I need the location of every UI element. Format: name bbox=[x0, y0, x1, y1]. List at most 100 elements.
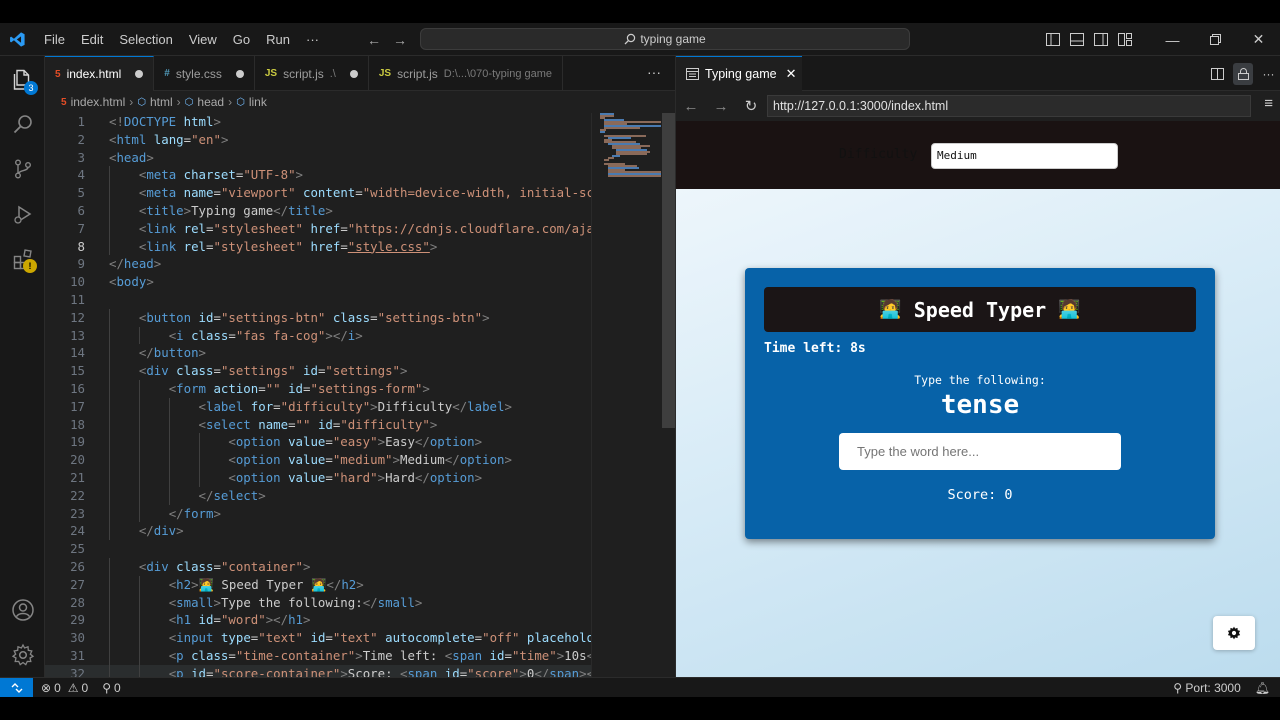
browser-tab[interactable]: Typing game ✕ bbox=[676, 56, 802, 91]
code-line[interactable]: 4 <meta charset="UTF-8"> bbox=[45, 166, 591, 185]
extensions-icon[interactable]: ! bbox=[0, 236, 45, 281]
menu-item[interactable]: Go bbox=[225, 23, 258, 56]
menu-item[interactable]: Edit bbox=[73, 23, 111, 56]
forward-arrow-icon[interactable]: → bbox=[393, 32, 407, 48]
unsaved-dot-icon[interactable] bbox=[235, 69, 244, 78]
code-editor[interactable]: 1 <!DOCTYPE html> 2 <html lang="en"> 3 <head>… bbox=[45, 113, 591, 677]
close-window-icon[interactable]: ✕ bbox=[1237, 23, 1280, 56]
toggle-secondary-sidebar-icon[interactable] bbox=[1089, 23, 1113, 56]
preview-icon bbox=[686, 68, 699, 80]
code-line[interactable]: 22 </select> bbox=[45, 486, 591, 505]
ports-indicator[interactable]: ⚲ 0 bbox=[102, 681, 120, 695]
code-line[interactable]: 18 <select name="" id="difficulty"> bbox=[45, 415, 591, 434]
settings-button[interactable] bbox=[1213, 616, 1255, 650]
unsaved-dot-icon[interactable] bbox=[135, 70, 144, 78]
code-line[interactable]: 5 <meta name="viewport" content="width=d… bbox=[45, 184, 591, 202]
code-line[interactable]: 16 <form action="" id="settings-form"> bbox=[45, 379, 591, 398]
tab-label: script.js bbox=[397, 66, 438, 81]
more-actions-icon[interactable]: ··· bbox=[1256, 56, 1280, 91]
split-editor-icon[interactable] bbox=[1205, 56, 1230, 91]
code-line[interactable]: 19 <option value="easy">Easy</option> bbox=[45, 433, 591, 452]
editor-tab[interactable]: JS script.js D:\...\070-typing game bbox=[369, 56, 564, 91]
code-line[interactable]: 10 <body> bbox=[45, 273, 591, 291]
browser-back-icon[interactable]: ← bbox=[676, 98, 706, 115]
editor-scrollbar[interactable] bbox=[662, 113, 675, 428]
minimap-line bbox=[604, 127, 640, 129]
manage-gear-icon[interactable] bbox=[0, 632, 45, 677]
code-line[interactable]: 27 <h2>🧑‍💻 Speed Typer 🧑‍💻</h2> bbox=[45, 575, 591, 594]
problems-indicator[interactable]: ⊗ 0 ⚠ 0 bbox=[41, 681, 88, 695]
warning-icon: ⚠ bbox=[67, 680, 79, 695]
minimize-icon[interactable]: — bbox=[1151, 23, 1194, 56]
code-line[interactable]: 23 </form> bbox=[45, 504, 591, 523]
editor-tab[interactable]: JS script.js .\ bbox=[255, 56, 369, 91]
browser-forward-icon[interactable]: → bbox=[706, 98, 736, 115]
breadcrumb-item[interactable]: html bbox=[150, 95, 173, 109]
line-text: <small>Type the following:</small> bbox=[168, 594, 423, 610]
code-line[interactable]: 6 <title>Typing game</title> bbox=[45, 201, 591, 220]
code-line[interactable]: 9 </head> bbox=[45, 255, 591, 273]
code-line[interactable]: 20 <option value="medium">Medium</option… bbox=[45, 451, 591, 469]
settings-panel: Difficulty Medium bbox=[676, 121, 1280, 189]
url-input[interactable]: http://127.0.0.1:3000/index.html bbox=[767, 95, 1251, 117]
code-line[interactable]: 21 <option value="hard">Hard</option> bbox=[45, 468, 591, 487]
code-line[interactable]: 30 <input type="text" id="text" autocomp… bbox=[45, 629, 591, 647]
lock-icon[interactable] bbox=[1233, 62, 1253, 85]
code-line[interactable]: 7 <link rel="stylesheet" href="https://c… bbox=[45, 219, 591, 238]
breadcrumb-item[interactable]: index.html bbox=[71, 95, 126, 109]
code-line[interactable]: 29 <h1 id="word"></h1> bbox=[45, 611, 591, 630]
port-forward-indicator[interactable]: ⚲ Port: 3000 bbox=[1173, 681, 1241, 695]
line-text: <option value="easy">Easy</option> bbox=[228, 434, 483, 450]
word-input[interactable]: Type the word here... bbox=[839, 433, 1121, 470]
menu-item[interactable]: File bbox=[36, 23, 73, 56]
code-line[interactable]: 15 <div class="settings" id="settings"> bbox=[45, 362, 591, 380]
minimap-line bbox=[600, 131, 606, 133]
code-line[interactable]: 25 bbox=[45, 540, 591, 558]
editor-tab[interactable]: 5 index.html bbox=[45, 56, 155, 91]
toggle-primary-sidebar-icon[interactable] bbox=[1041, 23, 1065, 56]
code-line[interactable]: 24 </div> bbox=[45, 522, 591, 541]
code-line[interactable]: 31 <p class="time-container">Time left: … bbox=[45, 646, 591, 665]
breadcrumb-item[interactable]: head bbox=[197, 95, 224, 109]
code-line[interactable]: 8 <link rel="stylesheet" href="style.css… bbox=[45, 237, 591, 256]
customize-layout-icon[interactable] bbox=[1113, 23, 1137, 56]
code-line[interactable]: 3 <head> bbox=[45, 149, 591, 167]
source-control-icon[interactable] bbox=[0, 146, 45, 191]
code-line[interactable]: 28 <small>Type the following:</small> bbox=[45, 593, 591, 612]
run-debug-icon[interactable] bbox=[0, 191, 45, 236]
difficulty-select[interactable]: Medium bbox=[931, 143, 1118, 169]
code-line[interactable]: 17 <label for="difficulty">Difficulty</l… bbox=[45, 397, 591, 416]
code-line[interactable]: 2 <html lang="en"> bbox=[45, 131, 591, 149]
command-center[interactable]: typing game bbox=[420, 28, 910, 50]
code-line[interactable]: 32 <p id="score-container">Score: <span … bbox=[45, 664, 591, 677]
menu-item[interactable]: ··· bbox=[298, 23, 327, 56]
back-arrow-icon[interactable]: ← bbox=[367, 32, 381, 48]
code-line[interactable]: 1 <!DOCTYPE html> bbox=[45, 113, 591, 131]
toggle-panel-icon[interactable] bbox=[1065, 23, 1089, 56]
editor-tab[interactable]: # style.css bbox=[154, 56, 255, 91]
unsaved-dot-icon[interactable] bbox=[349, 69, 358, 78]
search-view-icon[interactable] bbox=[0, 101, 45, 146]
code-line[interactable]: 26 <div class="container"> bbox=[45, 557, 591, 576]
browser-menu-icon[interactable]: ≡ bbox=[1264, 95, 1273, 112]
code-line[interactable]: 13 <i class="fas fa-cog"></i> bbox=[45, 326, 591, 345]
code-line[interactable]: 11 bbox=[45, 291, 591, 309]
activity-bar: 3 ! bbox=[0, 56, 45, 677]
explorer-icon[interactable]: 3 bbox=[0, 57, 45, 102]
more-actions-icon[interactable]: ··· bbox=[647, 56, 661, 91]
menu-item[interactable]: View bbox=[181, 23, 225, 56]
close-tab-icon[interactable]: ✕ bbox=[786, 66, 797, 82]
js-file-icon: JS bbox=[378, 68, 392, 79]
editor-tabs: 5 index.html # style.css JS script.js .\ JS scri… bbox=[45, 56, 675, 91]
restore-icon[interactable] bbox=[1194, 23, 1237, 56]
code-line[interactable]: 12 <button id="settings-btn" class="sett… bbox=[45, 308, 591, 327]
accounts-icon[interactable] bbox=[0, 587, 45, 632]
notifications-bell-icon[interactable]: 🔔︎ bbox=[1255, 681, 1270, 695]
menu-item[interactable]: Run bbox=[258, 23, 298, 56]
code-line[interactable]: 14 </button> bbox=[45, 344, 591, 363]
remote-indicator-icon[interactable] bbox=[0, 677, 33, 698]
menu-item[interactable]: Selection bbox=[111, 23, 180, 56]
reload-icon[interactable]: ↻ bbox=[736, 97, 766, 115]
breadcrumb-item[interactable]: link bbox=[249, 95, 267, 109]
breadcrumb: 5 index.html › ⬡ html › ⬡ head › ⬡ link bbox=[45, 91, 675, 113]
